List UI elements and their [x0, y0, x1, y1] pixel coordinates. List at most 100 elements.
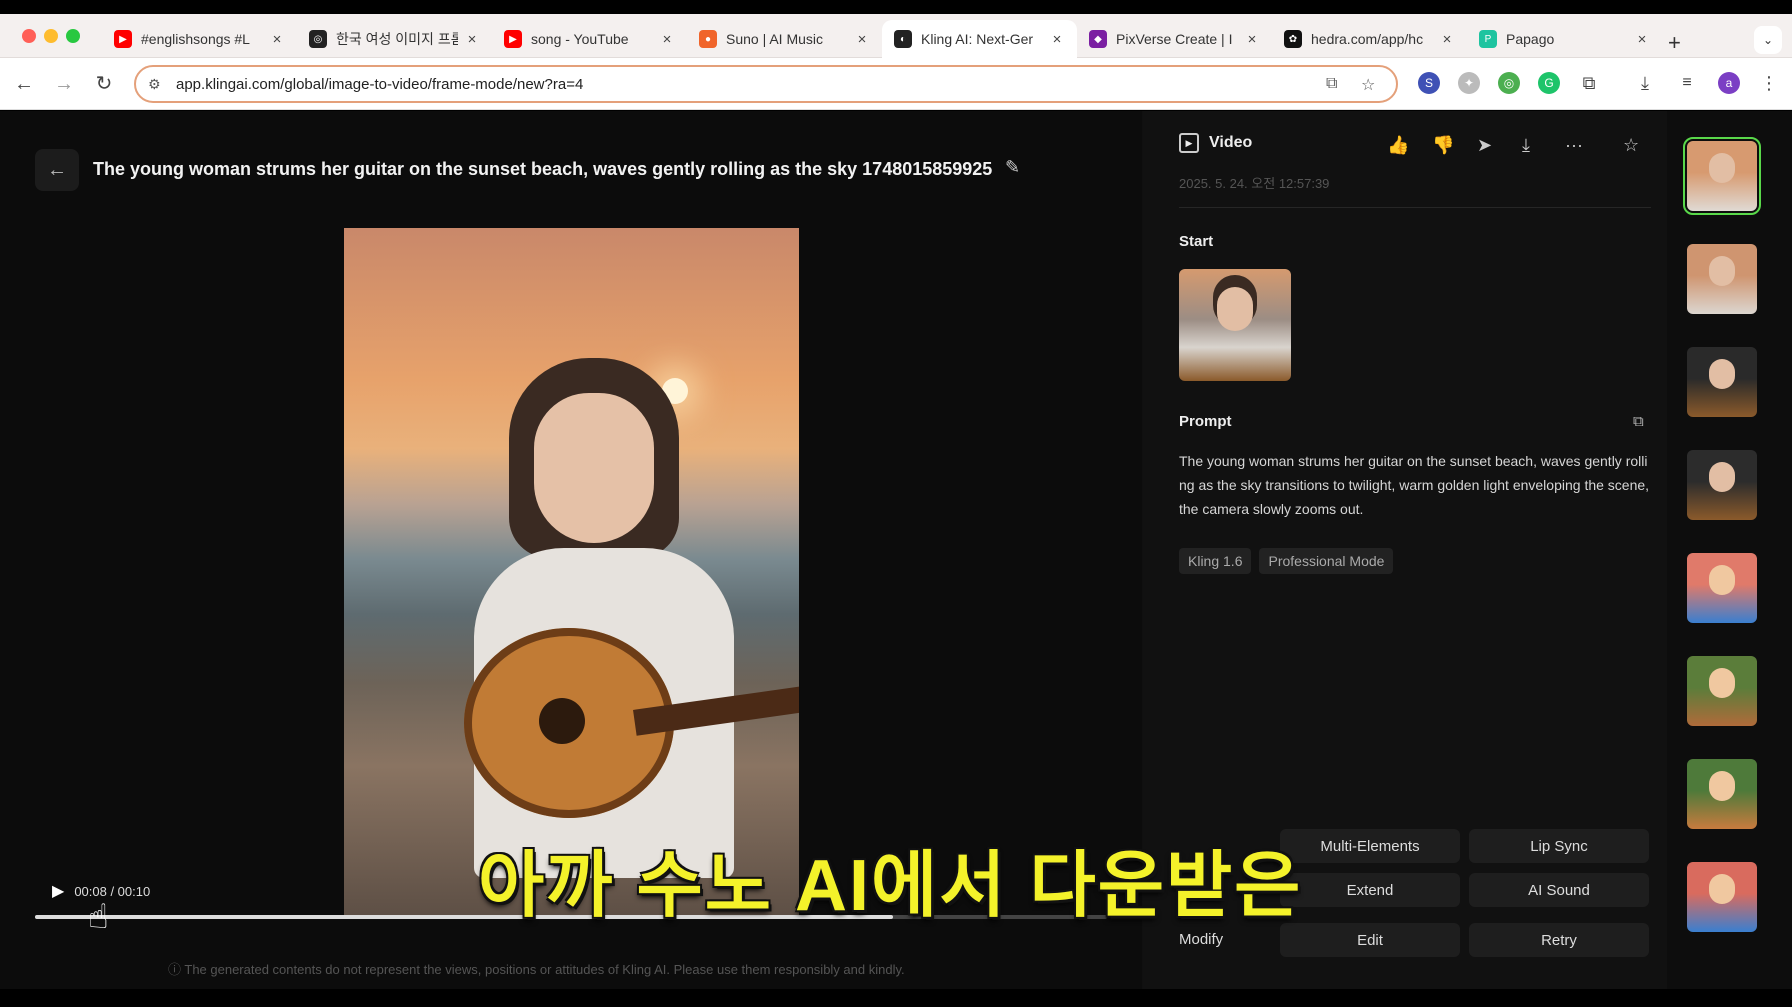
close-tab-icon[interactable]: ×	[659, 31, 675, 48]
profile-avatar[interactable]: a	[1718, 72, 1740, 94]
close-tab-icon[interactable]: ×	[269, 31, 285, 48]
prompt-text: The young woman strums her guitar on the…	[1179, 453, 1650, 517]
menu-kebab-icon[interactable]: ⋮	[1758, 72, 1780, 94]
lip-sync-button[interactable]: Lip Sync	[1469, 829, 1649, 863]
browser-tab[interactable]: ▶ #englishsongs #L ×	[102, 20, 297, 58]
tab-strip: ▶ #englishsongs #L × ◎ 한국 여성 이미지 프롬 × ▶ song - …	[102, 20, 1662, 58]
close-tab-icon[interactable]: ×	[1634, 31, 1650, 48]
history-thumbnail-rail	[1667, 111, 1792, 989]
history-thumbnail[interactable]	[1687, 347, 1757, 417]
tab-title: Kling AI: Next-Ger	[921, 31, 1034, 47]
history-thumbnail[interactable]	[1687, 553, 1757, 623]
close-tab-icon[interactable]: ×	[1049, 31, 1065, 48]
hand-cursor-icon: ☝	[88, 898, 109, 936]
site-settings-icon[interactable]: ⚙	[148, 76, 161, 93]
extensions-puzzle-icon[interactable]: ⧉	[1578, 72, 1600, 94]
tab-favicon-icon: ✿	[1284, 30, 1302, 48]
browser-toolbar: ← → ↻ ⚙ app.klingai.com/global/image-to-…	[0, 58, 1792, 110]
copy-icon[interactable]: ⧉	[1633, 413, 1644, 430]
back-button[interactable]: ←	[35, 149, 79, 191]
retry-button[interactable]: Retry	[1469, 923, 1649, 957]
tab-favicon-icon: ◐	[894, 30, 912, 48]
downloads-icon[interactable]: ⤓	[1634, 72, 1656, 94]
extend-button[interactable]: Extend	[1280, 873, 1460, 907]
thumbnail-figure	[1709, 153, 1735, 183]
zoom-window-button[interactable]	[66, 29, 80, 43]
modify-label: Modify	[1179, 931, 1224, 948]
tab-favicon-icon: ◎	[309, 30, 327, 48]
model-version-tag: Kling 1.6	[1179, 548, 1252, 574]
edit-title-icon[interactable]: ✎	[1005, 157, 1020, 178]
close-tab-icon[interactable]: ×	[464, 31, 480, 48]
video-frame[interactable]	[344, 228, 799, 918]
browser-tab[interactable]: P Papago ×	[1467, 20, 1662, 58]
back-icon[interactable]: ←	[12, 72, 36, 96]
browser-tab[interactable]: ● Suno | AI Music ×	[687, 20, 882, 58]
extension-icon[interactable]: ✦	[1458, 72, 1480, 94]
extension-icon[interactable]: ◎	[1498, 72, 1520, 94]
tab-favicon-icon: ▶	[114, 30, 132, 48]
tab-title: 한국 여성 이미지 프롬	[336, 31, 458, 47]
tab-title: Papago	[1506, 31, 1555, 47]
close-window-button[interactable]	[22, 29, 36, 43]
divider	[1179, 207, 1651, 208]
tab-favicon-icon: ◆	[1089, 30, 1107, 48]
browser-tab[interactable]: ✿ hedra.com/app/hc ×	[1272, 20, 1467, 58]
thumbnail-figure	[1709, 874, 1735, 904]
share-icon[interactable]: ➤	[1477, 135, 1492, 156]
thumbnail-figure	[1709, 565, 1735, 595]
more-icon[interactable]: ···	[1565, 135, 1583, 156]
extension-icon[interactable]: S	[1418, 72, 1440, 94]
video-subtitle: 아까 수노 AI에서 다운받은	[478, 846, 1303, 926]
history-thumbnail[interactable]	[1687, 862, 1757, 932]
new-tab-button[interactable]: +	[1668, 30, 1681, 56]
creation-date: 2025. 5. 24. 오전 12:57:39	[1179, 176, 1330, 191]
tab-title: hedra.com/app/hc	[1311, 31, 1424, 47]
bookmark-star-icon[interactable]: ☆	[1361, 75, 1375, 95]
browser-tab[interactable]: ◆ PixVerse Create | I ×	[1077, 20, 1272, 58]
letterbox-bar	[0, 989, 1792, 1007]
thumbnail-figure	[1709, 359, 1735, 389]
tab-title: song - YouTube	[531, 31, 629, 47]
close-tab-icon[interactable]: ×	[854, 31, 870, 48]
start-frame-thumbnail[interactable]	[1179, 269, 1291, 381]
playback-time: 00:08 / 00:10	[74, 883, 151, 899]
history-thumbnail[interactable]	[1687, 759, 1757, 829]
tab-title: #englishsongs #L	[141, 31, 250, 47]
media-controls-icon[interactable]: ≡	[1676, 72, 1698, 94]
edit-button[interactable]: Edit	[1280, 923, 1460, 957]
history-thumbnail[interactable]	[1687, 656, 1757, 726]
tab-favicon-icon: ●	[699, 30, 717, 48]
history-thumbnail[interactable]	[1687, 244, 1757, 314]
tab-favicon-icon: ▶	[504, 30, 522, 48]
forward-icon[interactable]: →	[52, 72, 76, 96]
favorite-star-icon[interactable]: ☆	[1623, 135, 1639, 156]
video-header-label: Video	[1209, 134, 1253, 151]
close-tab-icon[interactable]: ×	[1439, 31, 1455, 48]
play-icon[interactable]: ▶	[52, 881, 64, 901]
close-tab-icon[interactable]: ×	[1244, 31, 1260, 48]
multi-elements-button[interactable]: Multi-Elements	[1280, 829, 1460, 863]
translate-icon[interactable]: ⧉	[1326, 75, 1337, 93]
thumbs-down-icon[interactable]: 👎	[1432, 135, 1454, 156]
history-thumbnail[interactable]	[1683, 137, 1761, 215]
tab-title: Suno | AI Music	[726, 31, 824, 47]
browser-tab[interactable]: ▶ song - YouTube ×	[492, 20, 687, 58]
extension-icon[interactable]: G	[1538, 72, 1560, 94]
page-title: The young woman strums her guitar on the…	[93, 159, 993, 179]
download-icon[interactable]: ⤓	[1522, 135, 1530, 156]
reload-icon[interactable]: ↻	[92, 72, 116, 96]
browser-tab-bar: ▶ #englishsongs #L × ◎ 한국 여성 이미지 프롬 × ▶ song - …	[0, 14, 1792, 58]
history-thumbnail[interactable]	[1687, 450, 1757, 520]
ai-sound-button[interactable]: AI Sound	[1469, 873, 1649, 907]
minimize-window-button[interactable]	[44, 29, 58, 43]
tab-search-button[interactable]: ⌄	[1754, 26, 1782, 54]
video-header: ▶ Video	[1179, 133, 1252, 153]
browser-tab[interactable]: ◎ 한국 여성 이미지 프롬 ×	[297, 20, 492, 58]
thumbs-up-icon[interactable]: 👍	[1387, 135, 1409, 156]
address-bar[interactable]: ⚙ app.klingai.com/global/image-to-video/…	[134, 65, 1398, 103]
face-graphic	[534, 393, 654, 543]
browser-tab[interactable]: ◐ Kling AI: Next-Ger ×	[882, 20, 1077, 58]
mode-tag: Professional Mode	[1259, 548, 1394, 574]
url-text[interactable]: app.klingai.com/global/image-to-video/fr…	[176, 76, 583, 93]
